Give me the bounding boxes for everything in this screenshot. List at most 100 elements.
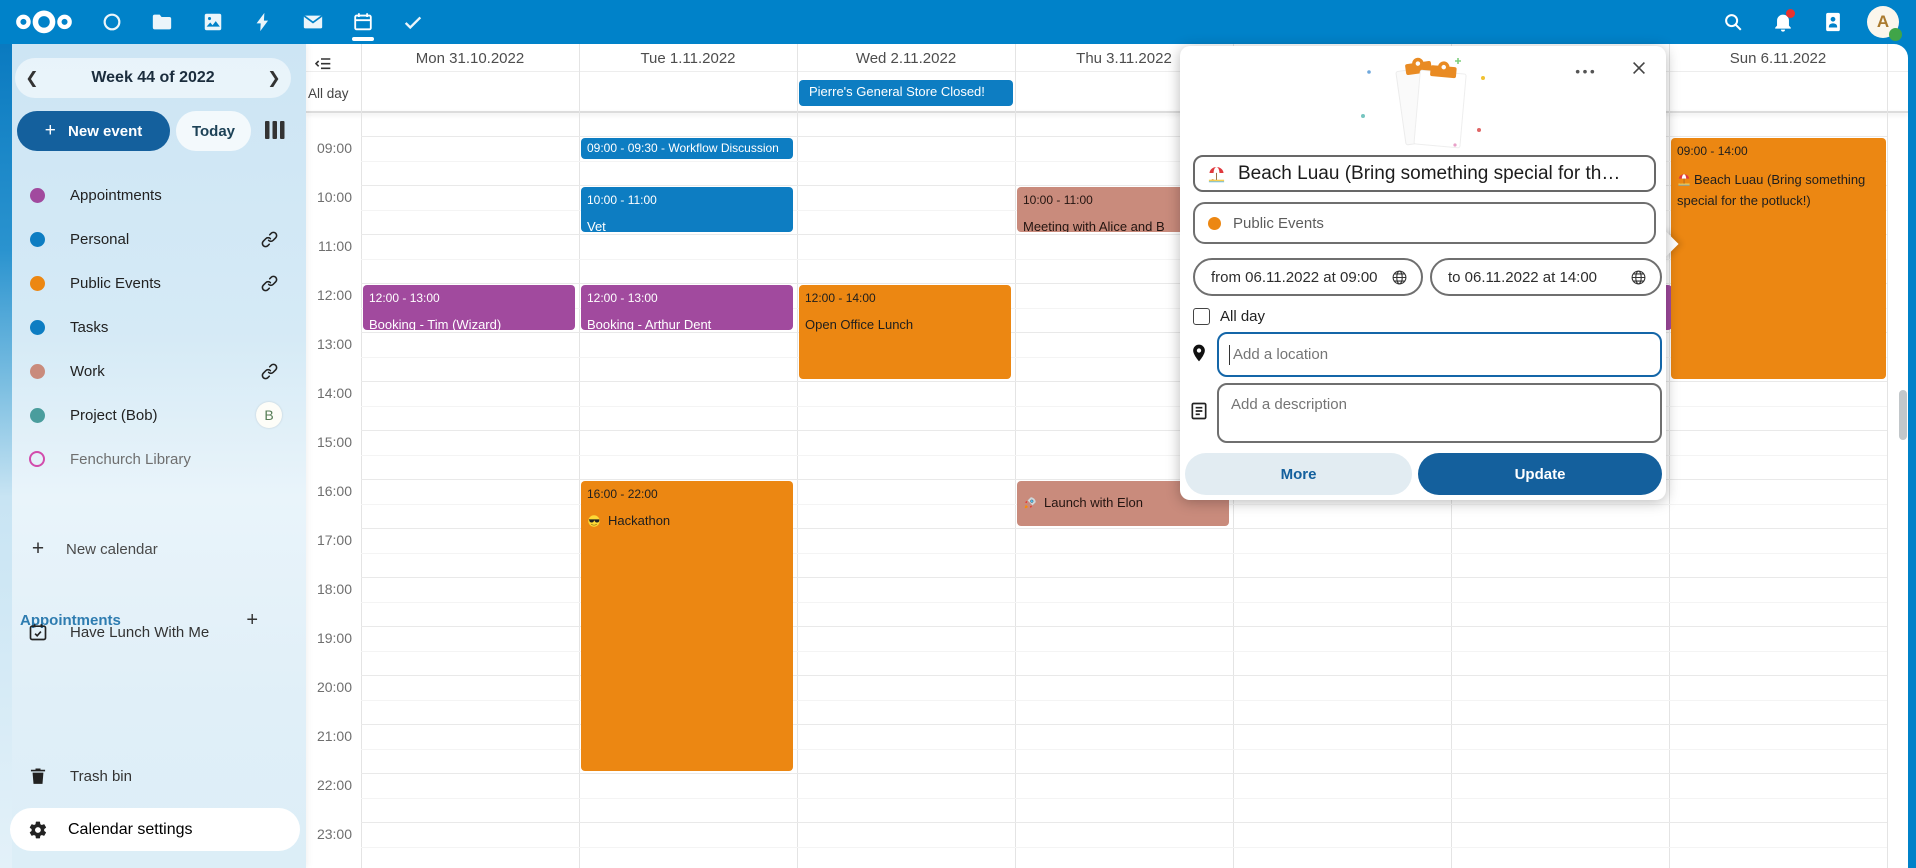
location-input[interactable] [1231, 345, 1650, 364]
sidebar-calendar-item[interactable]: Tasks [12, 305, 300, 349]
mail-icon[interactable] [302, 11, 324, 33]
close-icon[interactable] [1630, 59, 1648, 77]
hour-label: 22:00 [306, 777, 352, 793]
allday-divider [306, 111, 1908, 113]
beach-umbrella-emoji [1207, 164, 1226, 183]
calendar-name: Project (Bob) [70, 407, 158, 424]
new-event-button[interactable]: + New event [17, 111, 170, 151]
avatar[interactable]: A [1867, 6, 1899, 38]
more-button[interactable]: More [1185, 453, 1412, 495]
calendar-name: Public Events [70, 275, 161, 292]
event-title: Hackathon [587, 512, 787, 529]
calendar-event[interactable]: 12:00 - 14:00Open Office Lunch [799, 285, 1011, 379]
sidebar-calendar-item[interactable]: Public Events [12, 261, 300, 305]
calendar-icon[interactable] [352, 11, 374, 33]
event-title-text: Open Office Lunch [805, 316, 913, 333]
actions-menu-icon[interactable] [1574, 62, 1596, 74]
calendar-select[interactable]: Public Events [1193, 202, 1656, 244]
files-icon[interactable] [151, 11, 173, 33]
event-title-text: Launch with Elon [1044, 494, 1143, 511]
event-time: 10:00 - 11:00 [587, 192, 787, 208]
description-input[interactable] [1229, 394, 1654, 436]
vertical-scrollbar[interactable] [1899, 390, 1907, 440]
activity-icon[interactable] [252, 11, 274, 33]
calendar-name: Tasks [70, 319, 108, 336]
allday-event[interactable]: Pierre's General Store Closed! [799, 80, 1013, 106]
tasks-icon[interactable] [402, 11, 424, 33]
plus-icon: + [30, 537, 46, 561]
hour-label: 17:00 [306, 532, 352, 548]
allday-checkbox-label: All day [1220, 308, 1265, 325]
allday-checkbox-row[interactable]: All day [1193, 308, 1265, 325]
allday-row-label: All day [308, 86, 360, 101]
day-header[interactable]: Wed 2.11.2022 [797, 50, 1015, 70]
hour-label: 09:00 [306, 140, 352, 156]
end-datetime-button[interactable]: to 06.11.2022 at 14:00 [1430, 258, 1662, 296]
event-title: Open Office Lunch [805, 316, 1005, 333]
nextcloud-calendar-app: A ❮ Week 44 of 2022 ❯ + New event Today … [0, 0, 1916, 868]
event-title: Booking - Tim (Wizard) [369, 316, 569, 330]
allday-checkbox[interactable] [1193, 308, 1210, 325]
plus-icon: + [45, 120, 56, 141]
calendar-name: Fenchurch Library [70, 451, 191, 468]
sidebar-calendar-item[interactable]: Personal [12, 217, 300, 261]
event-time: 12:00 - 13:00 [369, 290, 569, 306]
collapse-sidebar-icon[interactable] [315, 57, 331, 71]
view-mode-icon[interactable] [264, 120, 286, 140]
dashboard-icon[interactable] [101, 11, 123, 33]
column-divider [1887, 44, 1888, 868]
column-divider [797, 44, 798, 868]
calendar-event[interactable]: 16:00 - 22:00 Hackathon [581, 481, 793, 771]
trash-bin-button[interactable]: Trash bin [12, 754, 300, 798]
event-title-text: Booking - Tim (Wizard) [369, 316, 501, 330]
hour-label: 11:00 [306, 238, 352, 254]
calendar-check-icon [12, 622, 48, 642]
sidebar-calendar-item[interactable]: Work [12, 349, 300, 393]
sidebar-calendar-item[interactable]: Fenchurch Library [12, 437, 300, 481]
event-title-input[interactable] [1238, 163, 1642, 185]
hour-label: 18:00 [306, 581, 352, 597]
hour-label: 21:00 [306, 728, 352, 744]
appointment-config-item[interactable]: Have Lunch With Me [12, 610, 300, 654]
event-title-text: Hackathon [608, 512, 670, 529]
today-button[interactable]: Today [176, 111, 251, 151]
calendar-event[interactable]: 09:00 - 09:30 - Workflow Discussion [581, 138, 793, 159]
day-header[interactable]: Tue 1.11.2022 [579, 50, 797, 70]
calendar-name: Work [70, 363, 105, 380]
hour-label: 14:00 [306, 385, 352, 401]
sidebar-calendar-item[interactable]: Appointments [12, 173, 300, 217]
event-time: 16:00 - 22:00 [587, 486, 787, 502]
start-datetime-button[interactable]: from 06.11.2022 at 09:00 [1193, 258, 1423, 296]
sidebar-calendar-item[interactable]: Project (Bob) B [12, 393, 300, 437]
calendar-event[interactable]: 10:00 - 11:00Vet [581, 187, 793, 232]
calendar-event[interactable]: 09:00 - 14:00Beach Luau (Bring something… [1671, 138, 1886, 379]
description-icon [1189, 401, 1209, 421]
nextcloud-logo[interactable] [14, 9, 74, 35]
gear-icon [28, 820, 48, 840]
calendar-event[interactable]: 12:00 - 13:00Booking - Arthur Dent [581, 285, 793, 330]
share-badge: B [256, 402, 282, 428]
next-week-button[interactable]: ❯ [257, 68, 291, 88]
hour-label: 16:00 [306, 483, 352, 499]
day-header[interactable]: Sun 6.11.2022 [1669, 50, 1887, 70]
day-header[interactable]: Mon 31.10.2022 [361, 50, 579, 70]
search-icon[interactable] [1722, 11, 1744, 33]
calendar-settings-button[interactable]: Calendar settings [10, 808, 300, 851]
photos-icon[interactable] [202, 11, 224, 33]
calendar-event[interactable]: 12:00 - 13:00 Booking - Tim (Wizard) [363, 285, 575, 330]
contacts-icon[interactable] [1822, 11, 1844, 33]
event-title-text: Booking - Arthur Dent [587, 316, 711, 330]
notifications-bell-icon[interactable] [1772, 11, 1794, 33]
clipboard-illustration [1355, 52, 1495, 152]
event-time: 09:00 - 14:00 [1677, 143, 1880, 159]
event-time-title: 09:00 - 09:30 - Workflow Discussion [587, 140, 787, 156]
update-button[interactable]: Update [1418, 453, 1662, 495]
link-icon [256, 226, 282, 252]
calendar-active-indicator [352, 37, 374, 41]
today-label: Today [192, 123, 235, 140]
half-hour-line [361, 798, 1887, 799]
previous-week-button[interactable]: ❮ [15, 68, 49, 88]
hour-label: 19:00 [306, 630, 352, 646]
new-calendar-button[interactable]: + New calendar [12, 527, 300, 571]
location-field [1217, 332, 1662, 377]
